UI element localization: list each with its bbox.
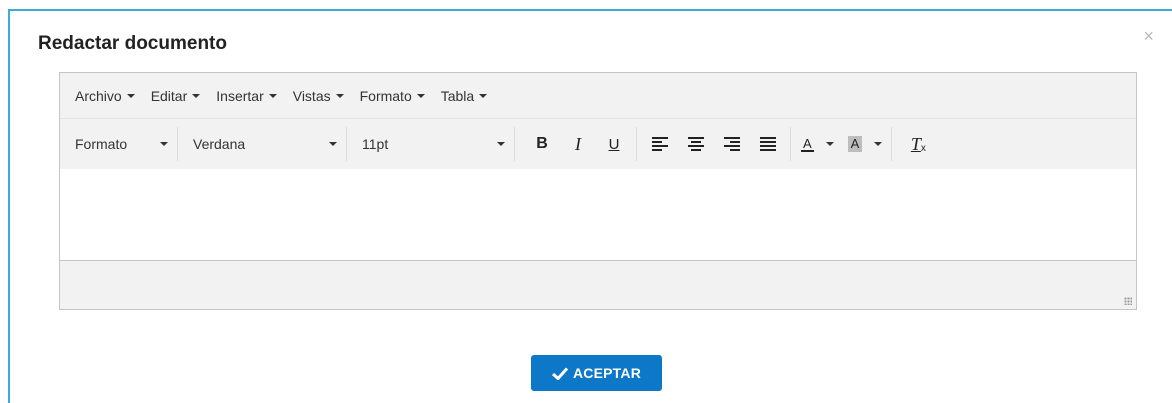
caret-down-icon [825,142,834,146]
close-icon[interactable]: × [1143,27,1154,45]
color-group: A A [791,127,893,161]
caret-down-icon [268,93,277,98]
format-group: Formato [60,127,178,161]
clear-group: Tx [892,127,936,161]
menu-tabla[interactable]: Tabla [440,87,488,104]
style-group: B I U [515,127,637,161]
caret-down-icon [479,93,488,98]
caret-down-icon [874,142,883,146]
menu-archivo[interactable]: Archivo [75,88,135,104]
bold-button[interactable]: B [527,129,557,159]
caret-down-icon [416,93,425,98]
align-right-icon[interactable] [717,129,747,159]
rich-text-editor: Archivo Editar Insertar Vistas Formato T… [59,72,1137,310]
clear-format-button[interactable]: Tx [903,129,933,159]
caret-down-icon [160,142,168,146]
editor-menubar: Archivo Editar Insertar Vistas Formato T… [60,73,1136,119]
menu-label: Archivo [75,87,122,104]
underline-button[interactable]: U [599,129,629,159]
text-color-icon: A [801,135,814,152]
caret-down-icon [126,93,135,98]
font-size-select[interactable]: 11pt [347,127,514,161]
editor-content[interactable] [60,169,1136,260]
format-select[interactable]: Formato [60,127,177,161]
caret-down-icon [497,142,505,146]
editor-toolbar: Formato Verdana 11pt B I U A A T x [60,119,1136,169]
check-icon [551,366,568,380]
accept-button[interactable]: ACEPTAR [531,355,662,391]
menu-label: Formato [359,87,412,104]
menu-insertar[interactable]: Insertar [216,87,277,104]
bg-color-icon: A [847,136,863,152]
menu-label: Insertar [216,87,264,104]
editor-statusbar [60,260,1136,309]
caret-down-icon [192,93,201,98]
clear-format-icon: T [910,133,921,154]
compose-dialog: × Redactar documento Archivo Editar Inse… [8,9,1172,403]
menu-editar[interactable]: Editar [151,88,201,104]
font-family-value: Verdana [193,136,246,152]
text-color-button[interactable]: A [801,129,834,159]
caret-down-icon [335,93,344,98]
bg-color-button[interactable]: A [847,129,883,159]
accept-button-label: ACEPTAR [572,365,642,381]
menu-vistas[interactable]: Vistas [293,88,344,104]
format-select-label: Formato [75,136,128,152]
align-left-icon[interactable] [645,129,675,159]
font-size-group: 11pt [347,127,515,161]
align-justify-icon[interactable] [753,129,783,159]
align-group [637,127,791,161]
italic-button[interactable]: I [563,129,593,159]
align-center-icon[interactable] [681,129,711,159]
menu-label: Tabla [440,87,475,104]
font-size-value: 11pt [362,136,389,152]
font-family-select[interactable]: Verdana [178,127,346,161]
caret-down-icon [329,142,337,146]
menu-label: Vistas [292,87,331,104]
dialog-title: Redactar documento [38,33,227,54]
menu-label: Editar [150,87,188,104]
menu-formato[interactable]: Formato [360,88,425,104]
resize-handle-icon[interactable] [1124,297,1132,305]
font-family-group: Verdana [178,127,347,161]
